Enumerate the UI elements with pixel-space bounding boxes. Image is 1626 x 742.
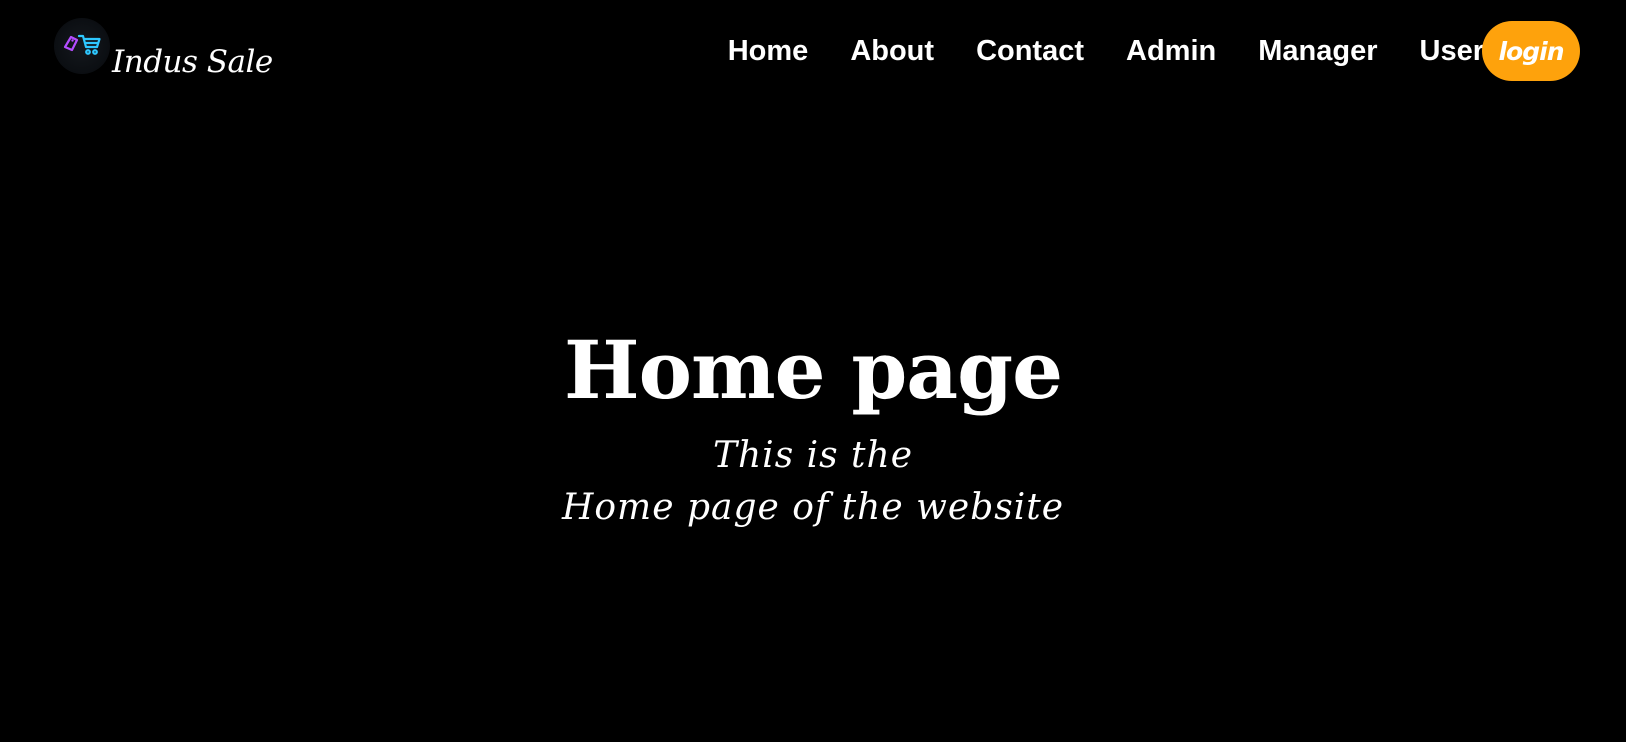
nav-link-user[interactable]: User xyxy=(1420,33,1485,69)
login-button[interactable]: login xyxy=(1482,21,1580,81)
hero-subtitle: This is the Home page of the website xyxy=(0,430,1626,534)
nav-link-manager[interactable]: Manager xyxy=(1258,33,1377,69)
page: Indus Sale Home About Contact Admin Mana… xyxy=(0,0,1626,742)
hero-subtitle-line-1: This is the xyxy=(712,435,914,476)
page-title: Home page xyxy=(564,323,1063,417)
cart-tag-icon xyxy=(63,34,101,55)
navbar: Indus Sale Home About Contact Admin Mana… xyxy=(0,0,1626,104)
nav-link-home[interactable]: Home xyxy=(728,33,809,69)
hero-subtitle-line-2: Home page of the website xyxy=(561,487,1065,528)
shopping-cart-icon xyxy=(54,18,110,74)
nav-link-about[interactable]: About xyxy=(850,33,934,69)
brand-name: Indus Sale xyxy=(112,44,273,80)
nav-links: Home About Contact Admin Manager User xyxy=(728,33,1484,69)
brand-logo-link[interactable]: Indus Sale xyxy=(54,18,273,82)
nav-link-admin[interactable]: Admin xyxy=(1126,33,1216,69)
hero-section: Home page This is the Home page of the w… xyxy=(0,320,1626,534)
nav-link-contact[interactable]: Contact xyxy=(976,33,1084,69)
